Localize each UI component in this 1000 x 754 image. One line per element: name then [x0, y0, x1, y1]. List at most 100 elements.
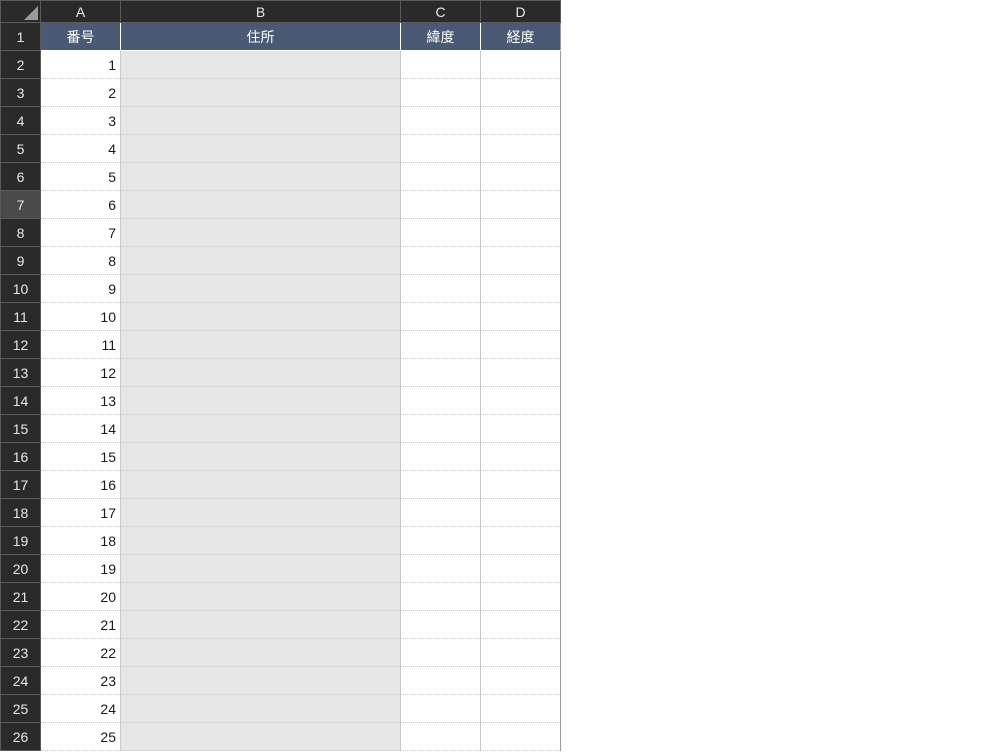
cell[interactable]: 13 [41, 387, 121, 415]
cell[interactable] [121, 527, 401, 555]
cell[interactable] [401, 247, 481, 275]
cell[interactable] [121, 107, 401, 135]
cell[interactable]: 11 [41, 331, 121, 359]
header-cell-longitude[interactable]: 経度 [481, 23, 561, 51]
cell[interactable]: 18 [41, 527, 121, 555]
col-header-A[interactable]: A [41, 1, 121, 23]
cell[interactable]: 7 [41, 219, 121, 247]
row-header[interactable]: 22 [1, 611, 41, 639]
cell[interactable] [401, 331, 481, 359]
cell[interactable] [401, 555, 481, 583]
row-header[interactable]: 12 [1, 331, 41, 359]
cell[interactable] [401, 163, 481, 191]
col-header-C[interactable]: C [401, 1, 481, 23]
cell[interactable] [401, 695, 481, 723]
row-header[interactable]: 16 [1, 443, 41, 471]
cell[interactable] [121, 247, 401, 275]
cell[interactable] [481, 359, 561, 387]
cell[interactable] [121, 415, 401, 443]
cell[interactable] [121, 135, 401, 163]
cell[interactable] [121, 303, 401, 331]
col-header-B[interactable]: B [121, 1, 401, 23]
cell[interactable]: 24 [41, 695, 121, 723]
cell[interactable]: 23 [41, 667, 121, 695]
cell[interactable]: 25 [41, 723, 121, 751]
cell[interactable] [401, 667, 481, 695]
cell[interactable] [121, 387, 401, 415]
cell[interactable] [121, 191, 401, 219]
cell[interactable] [481, 135, 561, 163]
cell[interactable] [401, 415, 481, 443]
cell[interactable]: 8 [41, 247, 121, 275]
cell[interactable] [121, 51, 401, 79]
row-header[interactable]: 17 [1, 471, 41, 499]
cell[interactable] [481, 583, 561, 611]
cell[interactable] [401, 219, 481, 247]
cell[interactable] [401, 107, 481, 135]
cell[interactable]: 6 [41, 191, 121, 219]
cell[interactable]: 1 [41, 51, 121, 79]
cell[interactable] [121, 583, 401, 611]
cell[interactable]: 19 [41, 555, 121, 583]
cell[interactable] [401, 387, 481, 415]
cell[interactable] [481, 639, 561, 667]
header-cell-address[interactable]: 住所 [121, 23, 401, 51]
cell[interactable] [401, 639, 481, 667]
row-header[interactable]: 26 [1, 723, 41, 751]
cell[interactable] [481, 163, 561, 191]
cell[interactable] [401, 611, 481, 639]
cell[interactable] [121, 443, 401, 471]
cell[interactable] [401, 79, 481, 107]
cell[interactable] [121, 331, 401, 359]
row-header[interactable]: 11 [1, 303, 41, 331]
cell[interactable] [401, 135, 481, 163]
cell[interactable] [121, 219, 401, 247]
cell[interactable] [121, 723, 401, 751]
header-cell-number[interactable]: 番号 [41, 23, 121, 51]
cell[interactable] [401, 303, 481, 331]
cell[interactable] [121, 499, 401, 527]
cell[interactable]: 10 [41, 303, 121, 331]
cell[interactable] [481, 331, 561, 359]
cell[interactable] [121, 667, 401, 695]
row-header[interactable]: 9 [1, 247, 41, 275]
row-header[interactable]: 15 [1, 415, 41, 443]
cell[interactable] [481, 471, 561, 499]
cell[interactable] [401, 527, 481, 555]
cell[interactable] [121, 639, 401, 667]
cell[interactable]: 12 [41, 359, 121, 387]
select-all-corner[interactable] [1, 1, 41, 23]
cell[interactable] [401, 275, 481, 303]
cell[interactable] [481, 723, 561, 751]
spreadsheet-grid[interactable]: A B C D 1 番号 住所 緯度 経度 21 32 43 54 65 76 … [0, 0, 561, 751]
cell[interactable] [481, 247, 561, 275]
cell[interactable]: 2 [41, 79, 121, 107]
cell[interactable] [481, 555, 561, 583]
row-header[interactable]: 6 [1, 163, 41, 191]
cell[interactable] [481, 275, 561, 303]
cell[interactable] [401, 723, 481, 751]
cell[interactable] [481, 219, 561, 247]
cell[interactable] [401, 191, 481, 219]
row-header[interactable]: 24 [1, 667, 41, 695]
cell[interactable] [401, 359, 481, 387]
row-header[interactable]: 2 [1, 51, 41, 79]
row-header[interactable]: 8 [1, 219, 41, 247]
row-header[interactable]: 25 [1, 695, 41, 723]
cell[interactable] [481, 191, 561, 219]
cell[interactable] [121, 471, 401, 499]
header-cell-latitude[interactable]: 緯度 [401, 23, 481, 51]
row-header-selected[interactable]: 7 [1, 191, 41, 219]
cell[interactable]: 16 [41, 471, 121, 499]
row-header[interactable]: 20 [1, 555, 41, 583]
cell[interactable] [401, 471, 481, 499]
cell[interactable] [481, 303, 561, 331]
cell[interactable]: 9 [41, 275, 121, 303]
cell[interactable] [121, 79, 401, 107]
row-header[interactable]: 23 [1, 639, 41, 667]
row-header[interactable]: 21 [1, 583, 41, 611]
cell[interactable] [401, 51, 481, 79]
cell[interactable] [121, 555, 401, 583]
cell[interactable] [401, 499, 481, 527]
cell[interactable] [481, 695, 561, 723]
